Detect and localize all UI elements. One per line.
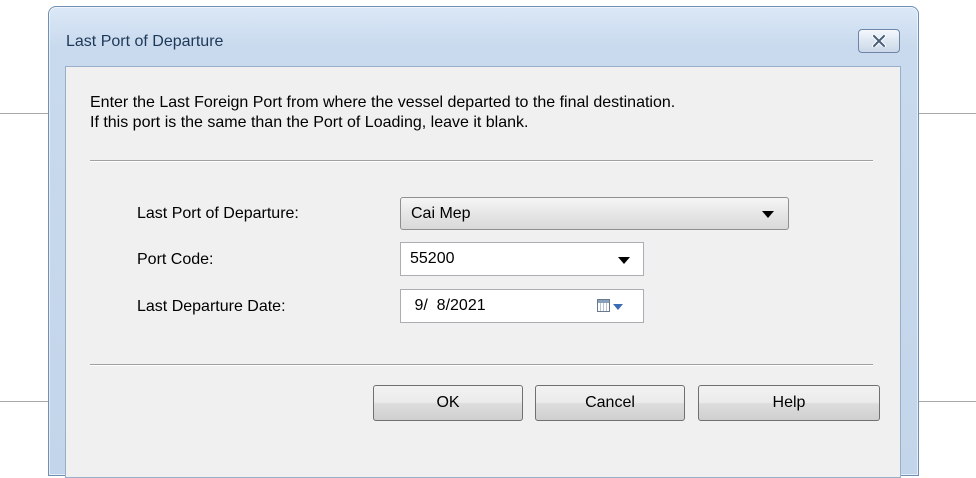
background-line-right-bottom — [919, 401, 976, 402]
last-port-dialog: Last Port of Departure Enter the Last Fo… — [48, 6, 919, 478]
dialog-description: Enter the Last Foreign Port from where t… — [90, 93, 675, 133]
ok-button[interactable]: OK — [373, 385, 523, 421]
close-icon — [872, 35, 886, 47]
bottom-separator — [90, 364, 873, 366]
port-code-label: Port Code: — [137, 251, 214, 268]
chevron-down-icon — [762, 211, 774, 218]
port-code-value: 55200 — [410, 250, 455, 267]
dialog-content: Enter the Last Foreign Port from where t… — [65, 66, 901, 478]
last-port-label: Last Port of Departure: — [137, 205, 299, 222]
chevron-down-icon[interactable] — [618, 257, 630, 264]
close-button[interactable] — [858, 29, 900, 53]
top-separator — [90, 160, 873, 162]
description-line-1: Enter the Last Foreign Port from where t… — [90, 94, 676, 111]
dialog-title: Last Port of Departure — [66, 33, 224, 50]
last-departure-date-label: Last Departure Date: — [137, 298, 286, 315]
help-button[interactable]: Help — [698, 385, 880, 421]
port-code-combo[interactable]: 55200 — [400, 242, 644, 276]
background-line-left-bottom — [0, 401, 48, 402]
last-port-value: Cai Mep — [411, 205, 471, 222]
last-departure-date-picker[interactable]: 9/ 8/2021 — [400, 289, 644, 323]
background-line-right-top — [919, 113, 976, 114]
description-line-2: If this port is the same than the Port o… — [90, 114, 529, 131]
last-port-dropdown[interactable]: Cai Mep — [400, 197, 789, 230]
last-departure-date-value[interactable]: 9/ 8/2021 — [410, 297, 485, 315]
background-line-left-top — [0, 113, 48, 114]
calendar-dropdown-arrow-icon[interactable] — [613, 304, 623, 310]
cancel-button[interactable]: Cancel — [535, 385, 685, 421]
calendar-icon[interactable] — [597, 299, 610, 312]
